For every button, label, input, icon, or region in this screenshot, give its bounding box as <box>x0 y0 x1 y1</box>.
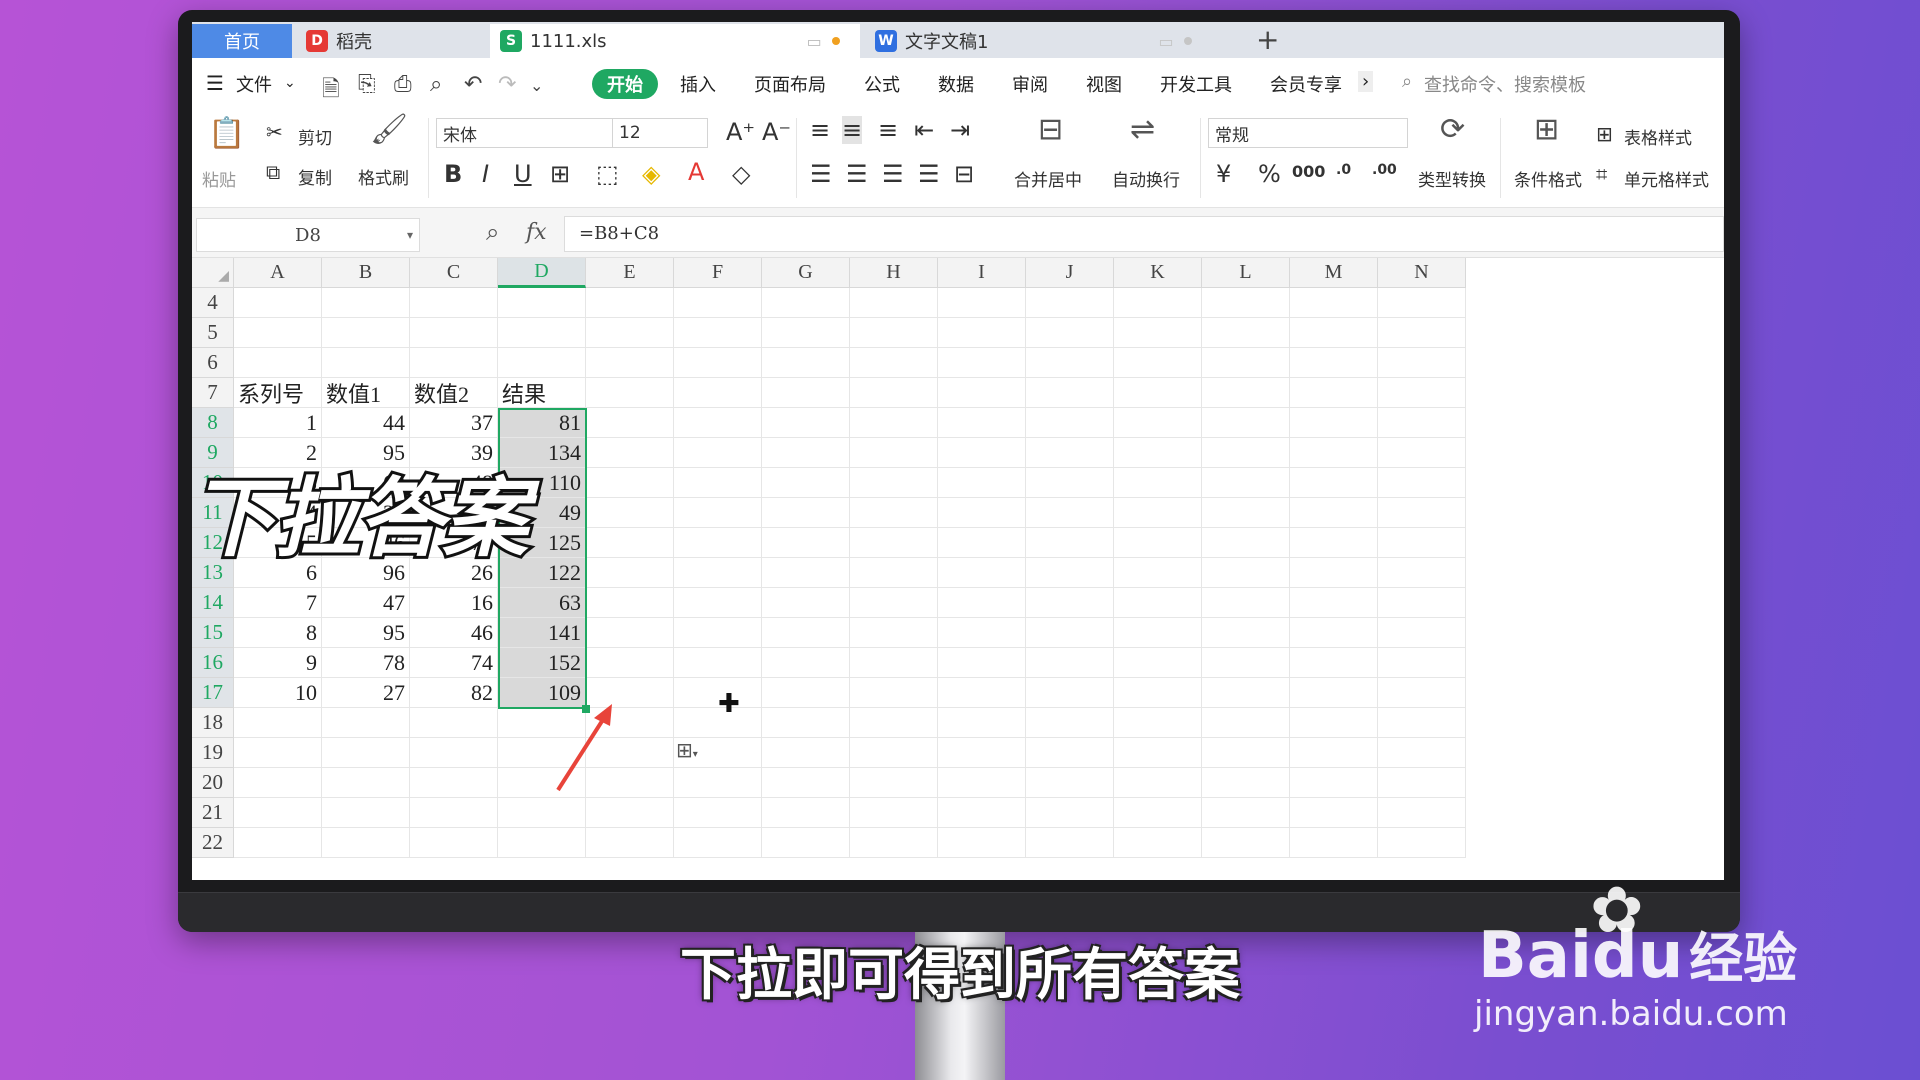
watermark-brand: Bai <box>1478 919 1592 993</box>
watermark-brand-du: du <box>1591 919 1684 993</box>
overlay-title: 下拉答案 <box>187 466 531 572</box>
watermark-jingyan: 经验 <box>1689 927 1798 990</box>
watermark-url: jingyan.baidu.com <box>1474 994 1788 1034</box>
